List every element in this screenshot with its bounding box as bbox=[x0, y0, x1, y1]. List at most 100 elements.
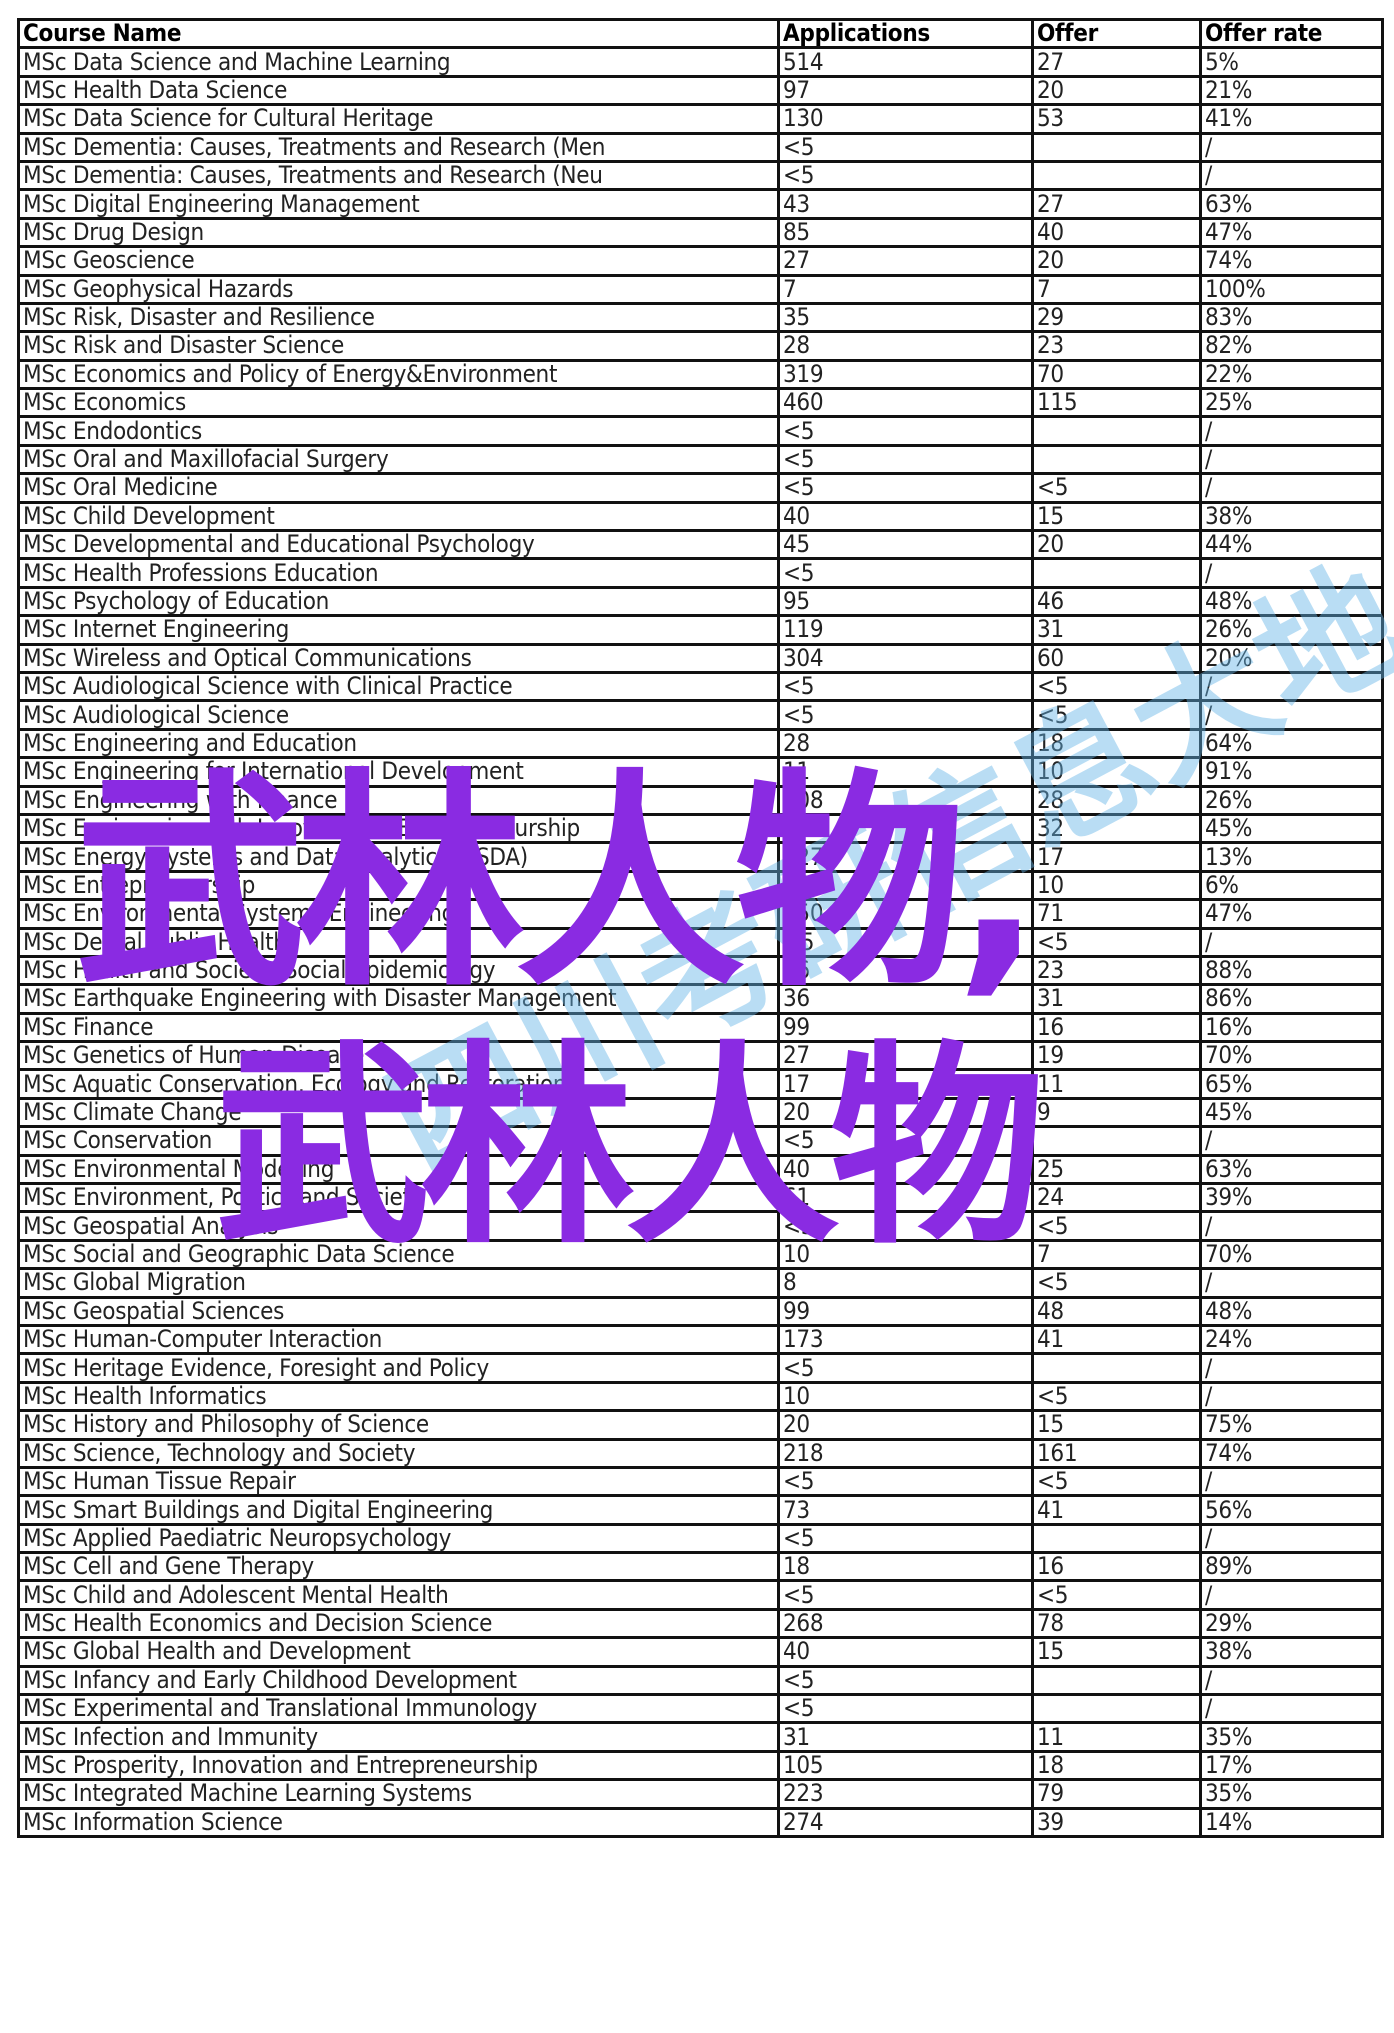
applications-cell: 173 bbox=[777, 1323, 1034, 1356]
offer-rate-cell: 64% bbox=[1199, 727, 1384, 760]
table-row: MSc Oral Medicine <5 <5/ bbox=[17, 472, 1384, 504]
applications-cell: 119 bbox=[777, 614, 1034, 646]
offer-rate-cell: 45% bbox=[1199, 1096, 1384, 1129]
table-row: MSc Energy Systems and Data Analytics (E… bbox=[17, 841, 1384, 873]
table-row: MSc Internet Engineering 119 31 26% bbox=[17, 614, 1384, 646]
offer-cell: 28 bbox=[1031, 784, 1202, 816]
applications-cell: 17 bbox=[777, 1068, 1034, 1100]
offer-cell: 25 bbox=[1031, 1153, 1202, 1186]
table-row: MSc Data Science and Machine Learning 514… bbox=[17, 46, 1384, 78]
offer-cell: 18 bbox=[1031, 1749, 1202, 1782]
offer-cell: 11 bbox=[1031, 1721, 1202, 1753]
offer-cell: 27 bbox=[1031, 46, 1202, 78]
course-name-cell: MSc Applied Paediatric Neuropsychology bbox=[17, 1522, 780, 1555]
table-row: MSc Human Tissue Repair <5 <5/ bbox=[17, 1465, 1384, 1498]
course-name-cell: MSc Economics bbox=[17, 387, 780, 419]
applications-cell: <5 bbox=[777, 472, 1034, 504]
course-name-cell: MSc Developmental and Educational Psycho… bbox=[17, 529, 780, 561]
applications-cell: 460 bbox=[777, 387, 1034, 419]
offer-cell bbox=[1031, 443, 1202, 476]
offer-cell bbox=[1031, 159, 1202, 192]
offer-rate-cell: 75% bbox=[1199, 1409, 1384, 1441]
offer-rate-cell: / bbox=[1199, 1664, 1384, 1697]
table-row: MSc Smart Buildings and Digital Engineer… bbox=[17, 1494, 1384, 1526]
table-row: MSc Data Science for Cultural Heritage 13… bbox=[17, 103, 1384, 135]
offer-cell: 7 bbox=[1031, 273, 1202, 305]
course-name-cell: MSc Engineering with Innovation & Entrep… bbox=[17, 812, 780, 845]
table-row: MSc Climate Change 20 9 45% bbox=[17, 1096, 1384, 1129]
offer-cell: 48 bbox=[1031, 1295, 1202, 1327]
applications-cell: 97 bbox=[777, 74, 1034, 107]
offer-rate-cell: / bbox=[1199, 415, 1384, 447]
offer-rate-cell: / bbox=[1199, 1210, 1384, 1242]
offer-cell bbox=[1031, 557, 1202, 589]
course-name-cell: MSc Experimental and Translational Immun… bbox=[17, 1693, 780, 1725]
course-name-cell: MSc Internet Engineering bbox=[17, 614, 780, 646]
offer-rate-cell: 35% bbox=[1199, 1778, 1384, 1810]
table-row: MSc Environmental Systems Engineering 150… bbox=[17, 898, 1384, 930]
offer-rate-cell: 26% bbox=[1199, 784, 1384, 816]
offer-rate-cell: 100% bbox=[1199, 273, 1384, 305]
applications-cell: 274 bbox=[777, 1806, 1034, 1839]
offer-cell: 7 bbox=[1031, 1238, 1202, 1271]
offer-cell: <5 bbox=[1031, 1579, 1202, 1611]
applications-cell: 130 bbox=[777, 103, 1034, 135]
applications-cell: 43 bbox=[777, 188, 1034, 220]
offer-cell: 23 bbox=[1031, 330, 1202, 362]
course-name-cell: MSc Genetics of Human Disease bbox=[17, 1040, 780, 1072]
offer-rate-cell: 13% bbox=[1199, 841, 1384, 873]
table-row: MSc Environmental Modelling 40 25 63% bbox=[17, 1153, 1384, 1186]
course-name-cell: MSc Energy Systems and Data Analytics (E… bbox=[17, 841, 780, 873]
applications-cell: 514 bbox=[777, 46, 1034, 78]
offer-rate-cell: / bbox=[1199, 557, 1384, 589]
applications-cell: 27 bbox=[777, 245, 1034, 277]
offer-cell: 10 bbox=[1031, 869, 1202, 902]
offer-rate-cell: 21% bbox=[1199, 74, 1384, 107]
applications-cell: 73 bbox=[777, 1494, 1034, 1526]
course-name-cell: MSc Data Science and Machine Learning bbox=[17, 46, 780, 78]
offer-rate-cell: / bbox=[1199, 1522, 1384, 1555]
offer-cell: 46 bbox=[1031, 585, 1202, 618]
offer-rate-cell: 83% bbox=[1199, 301, 1384, 334]
offer-cell: 60 bbox=[1031, 642, 1202, 675]
offer-cell: 32 bbox=[1031, 812, 1202, 845]
applications-cell: 172 bbox=[777, 869, 1034, 902]
offer-rate-cell: 14% bbox=[1199, 1806, 1384, 1839]
course-name-cell: MSc Child Development bbox=[17, 500, 780, 533]
course-name-cell: MSc Information Science bbox=[17, 1806, 780, 1839]
offer-cell: 23 bbox=[1031, 954, 1202, 987]
table-row: MSc Oral and Maxillofacial Surgery <5 / bbox=[17, 443, 1384, 476]
course-name-cell: MSc Environmental Systems Engineering bbox=[17, 898, 780, 930]
table-row: MSc Child and Adolescent Mental Health <5… bbox=[17, 1579, 1384, 1611]
course-name-cell: MSc Health Economics and Decision Scienc… bbox=[17, 1607, 780, 1640]
offer-cell: 161 bbox=[1031, 1437, 1202, 1469]
course-name-cell: MSc Aquatic Conservation, Ecology and Re… bbox=[17, 1068, 780, 1100]
applications-cell: 85 bbox=[777, 216, 1034, 249]
offer-cell: <5 bbox=[1031, 1210, 1202, 1242]
course-name-cell: MSc Infection and Immunity bbox=[17, 1721, 780, 1753]
offer-rate-cell: 63% bbox=[1199, 188, 1384, 220]
offer-cell: 39 bbox=[1031, 1806, 1202, 1839]
course-name-cell: MSc Wireless and Optical Communications bbox=[17, 642, 780, 675]
offer-cell: 15 bbox=[1031, 500, 1202, 533]
offer-cell: <5 bbox=[1031, 699, 1202, 731]
table-row: MSc Geophysical Hazards 7 7 100% bbox=[17, 273, 1384, 305]
applications-cell: <5 bbox=[777, 1125, 1034, 1157]
course-name-cell: MSc Environmental Modelling bbox=[17, 1153, 780, 1186]
offer-cell: 18 bbox=[1031, 727, 1202, 760]
applications-cell: 40 bbox=[777, 500, 1034, 533]
table-row: MSc Infancy and Early Childhood Developm… bbox=[17, 1664, 1384, 1697]
offer-rate-cell: 47% bbox=[1199, 216, 1384, 249]
table-row: MSc Dental Public Health <5 <5/ bbox=[17, 926, 1384, 958]
offer-rate-cell: 29% bbox=[1199, 1607, 1384, 1640]
header-offer: Offer bbox=[1031, 17, 1202, 50]
offer-cell bbox=[1031, 1693, 1202, 1725]
table-row: MSc Economics 460 115 25% bbox=[17, 387, 1384, 419]
header-row: Course Name Applications Offer Offer rat… bbox=[17, 17, 1384, 50]
applications-cell: <5 bbox=[777, 415, 1034, 447]
applications-cell: 35 bbox=[777, 301, 1034, 334]
table-row: MSc Heritage Evidence, Foresight and Pol… bbox=[17, 1352, 1384, 1384]
offer-rate-cell: / bbox=[1199, 472, 1384, 504]
applications-cell: <5 bbox=[777, 926, 1034, 958]
offer-rate-cell: 86% bbox=[1199, 983, 1384, 1015]
